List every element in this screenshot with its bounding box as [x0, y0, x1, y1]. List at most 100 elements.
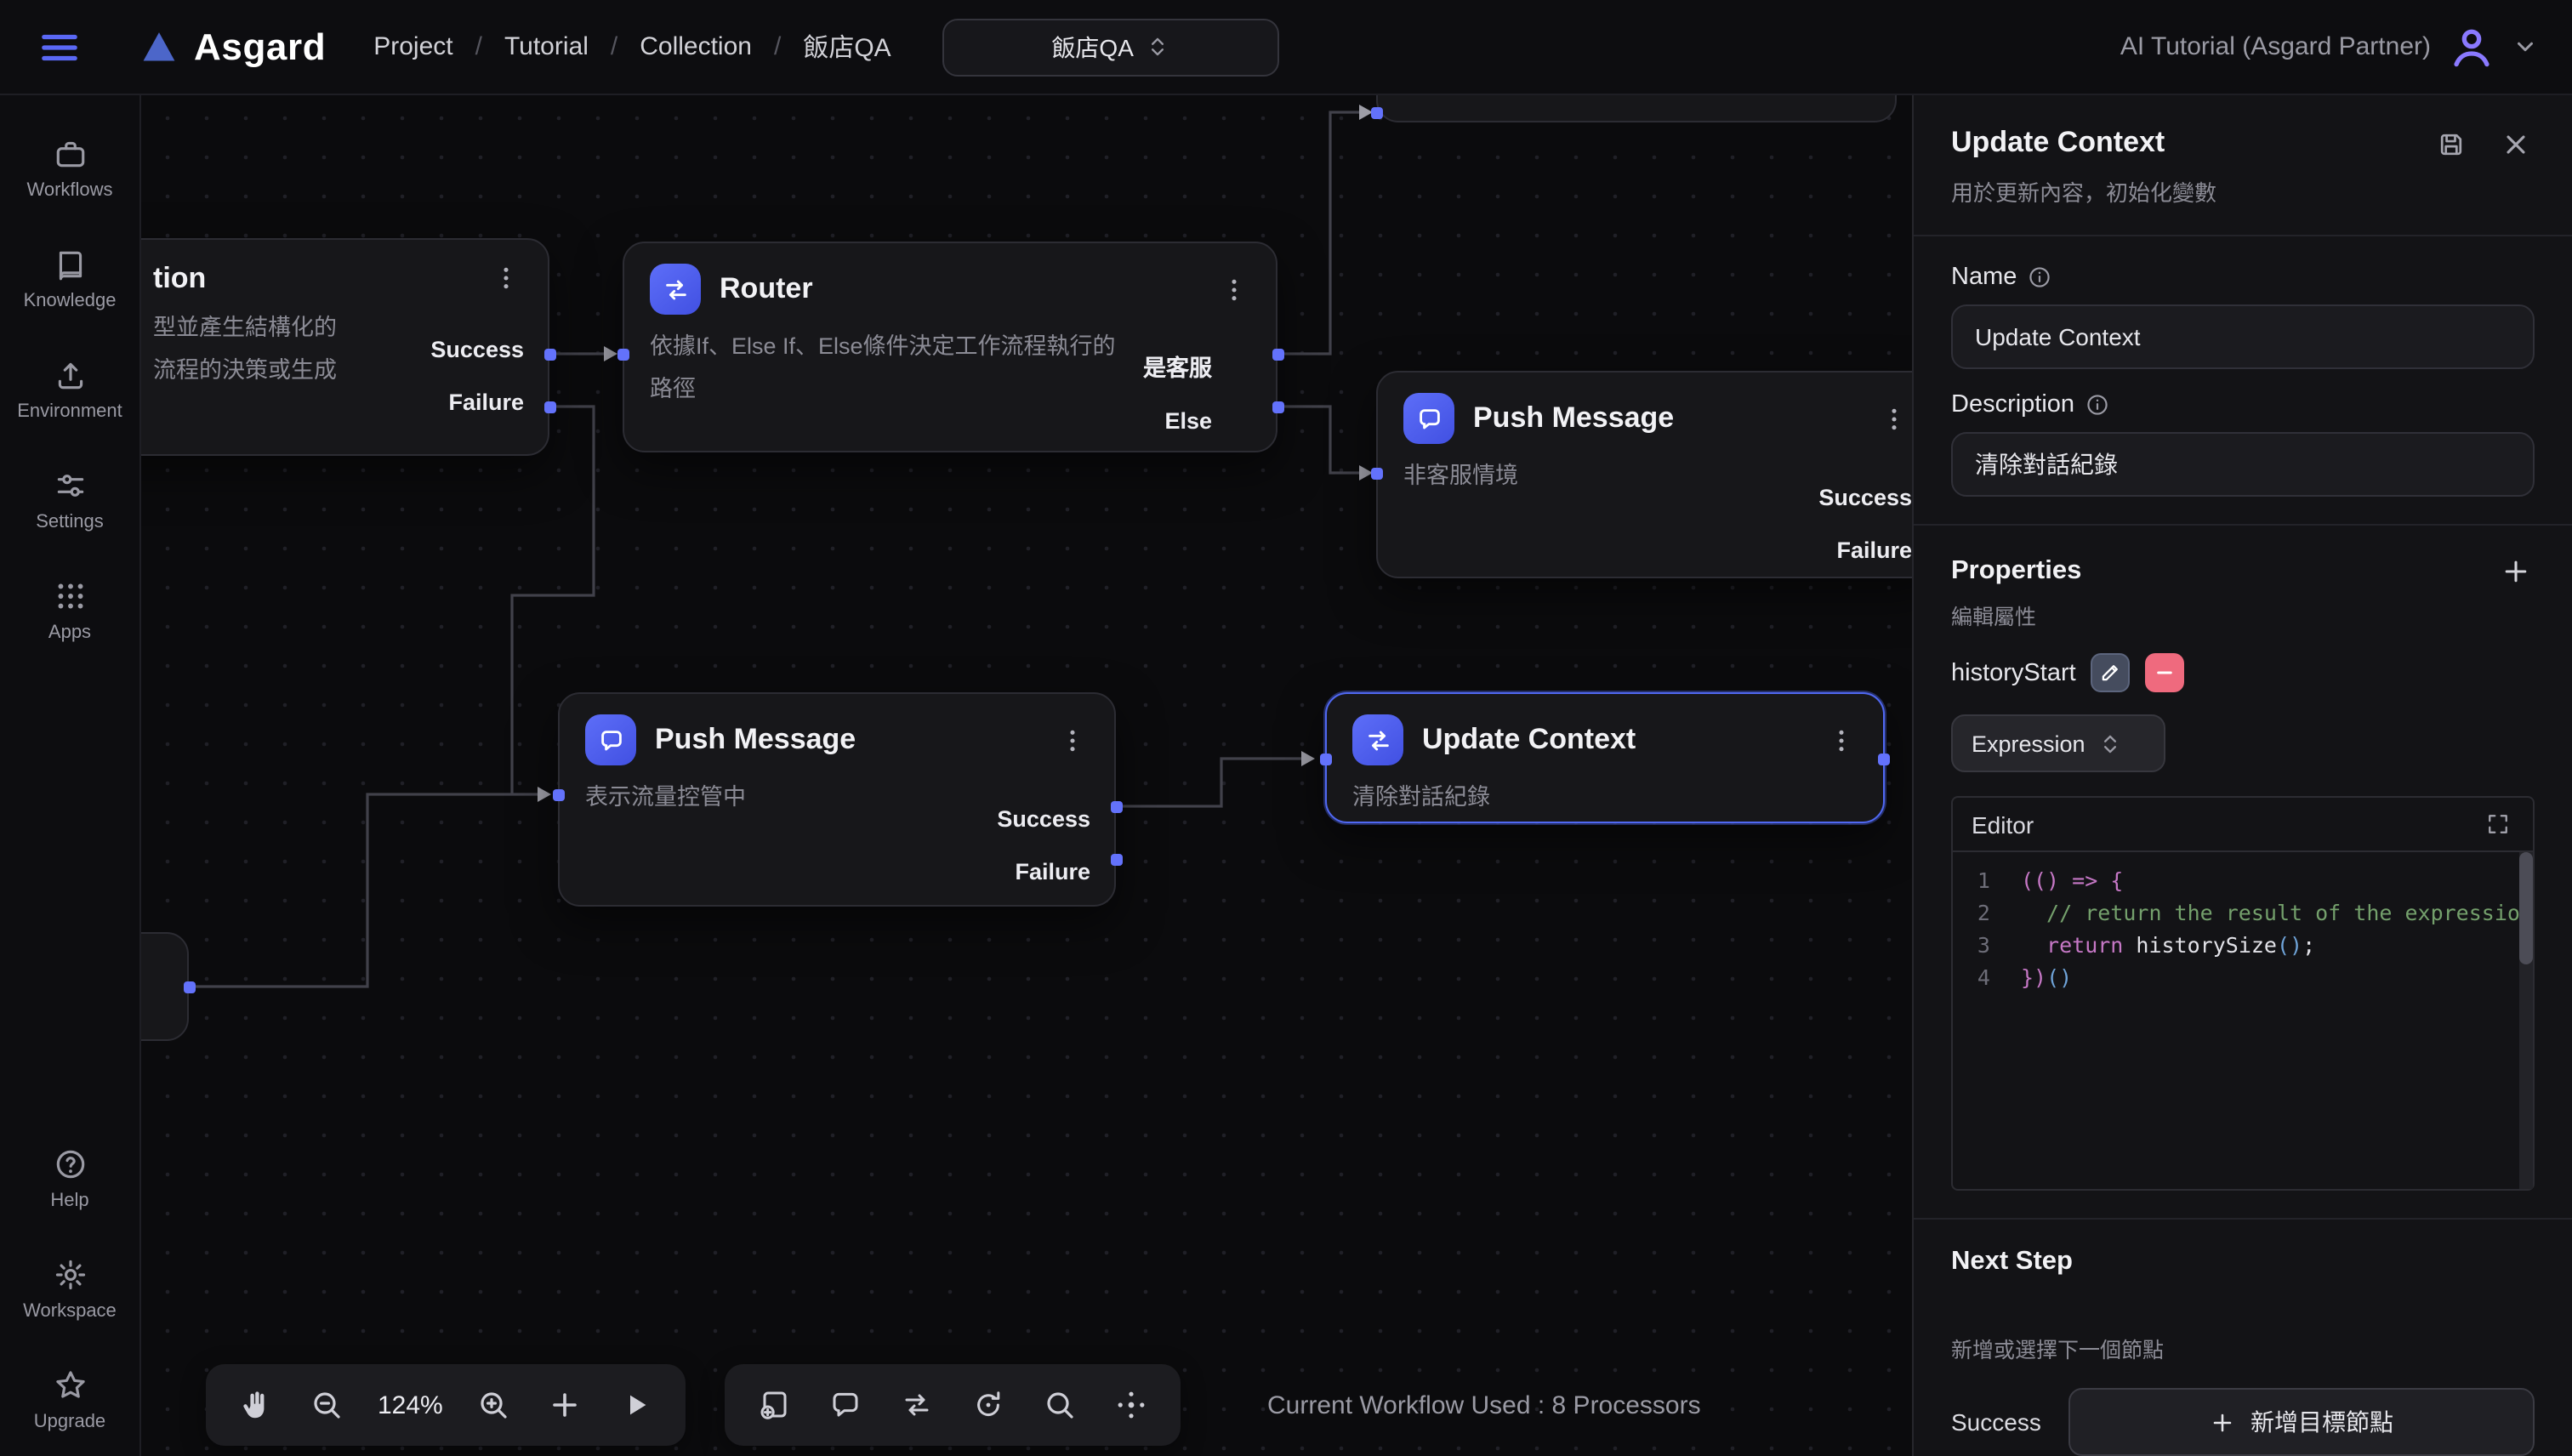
- layout-dots-icon: [1114, 1388, 1148, 1422]
- port-dot[interactable]: [1371, 107, 1383, 119]
- divider: [1914, 235, 2572, 236]
- port-dot[interactable]: [1320, 754, 1332, 765]
- pan-tool-button[interactable]: [235, 1385, 276, 1425]
- router-node-icon: [650, 264, 701, 315]
- node-description: 清除對話紀錄: [1352, 776, 1859, 818]
- sidebar-item-settings[interactable]: Settings: [0, 468, 139, 532]
- breadcrumb-tutorial[interactable]: Tutorial: [504, 32, 589, 61]
- property-name: historyStart: [1951, 659, 2076, 686]
- close-panel-button[interactable]: [2497, 126, 2535, 163]
- sidebar-item-environment[interactable]: Environment: [0, 357, 139, 422]
- node-menu-button[interactable]: [1055, 722, 1090, 758]
- sidebar-item-label: Help: [50, 1191, 88, 1211]
- port-dot[interactable]: [617, 349, 629, 361]
- node-menu-button[interactable]: [1824, 722, 1859, 758]
- account-menu[interactable]: AI Tutorial (Asgard Partner): [2120, 23, 2538, 71]
- breadcrumb-collection[interactable]: Collection: [640, 32, 752, 61]
- node-title: Push Message: [1473, 401, 1858, 435]
- sidebar-item-knowledge[interactable]: Knowledge: [0, 247, 139, 311]
- node-clipped-left[interactable]: tion 型並產生結構化的 流程的決策或生成 Success Failure: [141, 238, 549, 456]
- breadcrumb-current[interactable]: 飯店QA: [803, 29, 891, 65]
- breadcrumb-project[interactable]: Project: [373, 32, 452, 61]
- node-menu-button[interactable]: [1876, 401, 1912, 436]
- node-update-context[interactable]: Update Context 清除對話紀錄: [1325, 692, 1885, 823]
- port-dot[interactable]: [1272, 401, 1284, 413]
- workflow-usage-status: Current Workflow Used : 8 Processors: [1267, 1391, 1701, 1420]
- close-icon: [2501, 129, 2531, 160]
- node-menu-button[interactable]: [1216, 271, 1252, 307]
- add-target-node-button[interactable]: 新增目標節點: [2068, 1388, 2535, 1456]
- loop-node-button[interactable]: [968, 1385, 1009, 1425]
- run-workflow-button[interactable]: [617, 1385, 657, 1425]
- node-router[interactable]: Router 依據If、Else If、Else條件決定工作流程執行的路徑 是客…: [623, 242, 1277, 452]
- node-description: 表示流量控管中: [585, 776, 980, 818]
- port-dot[interactable]: [1272, 349, 1284, 361]
- node-description: 依據If、Else If、Else條件決定工作流程執行的路徑: [650, 325, 1126, 410]
- app-logo: Asgard: [139, 25, 326, 69]
- editor-scrollbar-thumb[interactable]: [2519, 852, 2533, 964]
- plus-icon: [549, 1388, 583, 1422]
- zoom-out-button[interactable]: [306, 1385, 347, 1425]
- editor-scrollbar[interactable]: [2519, 852, 2533, 1189]
- port-dot[interactable]: [544, 349, 556, 361]
- port-dot[interactable]: [1111, 854, 1123, 866]
- message-node-button[interactable]: [825, 1385, 866, 1425]
- node-description-line: 型並產生結構化的: [153, 306, 413, 349]
- port-dot[interactable]: [1878, 754, 1890, 765]
- port-dot[interactable]: [184, 981, 196, 993]
- sidebar-item-label: Knowledge: [24, 291, 117, 311]
- info-icon[interactable]: [2027, 265, 2051, 289]
- add-property-button[interactable]: [2497, 553, 2535, 590]
- node-menu-button[interactable]: [488, 260, 524, 296]
- account-label: AI Tutorial (Asgard Partner): [2120, 32, 2431, 61]
- remove-property-button[interactable]: [2146, 653, 2185, 692]
- router-node-button[interactable]: [896, 1385, 937, 1425]
- code-lines: (() => { // return the result of the exp…: [2007, 852, 2533, 1189]
- logo-text: Asgard: [194, 25, 326, 69]
- hamburger-menu-button[interactable]: [34, 21, 85, 72]
- edge: [1277, 112, 1359, 354]
- port-dot[interactable]: [1371, 468, 1383, 480]
- node-description: 非客服情境: [1403, 454, 1801, 497]
- properties-section-subtitle: 編輯屬性: [1951, 599, 2535, 631]
- description-input[interactable]: [1951, 432, 2535, 497]
- info-icon[interactable]: [2085, 393, 2108, 417]
- plus-icon: [2501, 556, 2531, 587]
- save-button[interactable]: [2433, 126, 2470, 163]
- port-label-else: Else: [1164, 395, 1212, 447]
- workflow-canvas[interactable]: tion 型並產生結構化的 流程的決策或生成 Success Failure: [141, 95, 1912, 1456]
- expand-editor-button[interactable]: [2482, 808, 2514, 840]
- description-field-label: Description: [1951, 391, 2074, 418]
- port-label-failure: Failure: [448, 376, 524, 429]
- port-dot[interactable]: [544, 401, 556, 413]
- sidebar-item-workflows[interactable]: Workflows: [0, 136, 139, 201]
- hand-pan-icon: [238, 1388, 272, 1422]
- edit-property-button[interactable]: [2091, 653, 2131, 692]
- edge: [189, 794, 538, 987]
- port-dot[interactable]: [1111, 801, 1123, 813]
- node-fragment-bottom-left[interactable]: [141, 932, 189, 1041]
- play-icon: [620, 1388, 654, 1422]
- property-type-select[interactable]: Expression: [1951, 714, 2165, 772]
- workflow-select[interactable]: 飯店QA: [942, 18, 1279, 76]
- sidebar-item-workspace[interactable]: Workspace: [0, 1257, 139, 1322]
- sidebar-item-label: Settings: [36, 512, 104, 532]
- workflows-icon: [52, 136, 88, 172]
- node-fragment-top[interactable]: [1376, 95, 1897, 122]
- node-push-message-top[interactable]: Push Message 非客服情境 Success Failure: [1376, 371, 1912, 578]
- sidebar-item-label: Environment: [17, 401, 122, 422]
- code-area[interactable]: 1 2 3 4 (() => { // return the result of…: [1953, 852, 2533, 1189]
- upgrade-star-icon: [52, 1368, 88, 1403]
- node-push-message-mid[interactable]: Push Message 表示流量控管中 Success Failure: [558, 692, 1116, 907]
- add-node-button[interactable]: [754, 1385, 794, 1425]
- search-canvas-button[interactable]: [1039, 1385, 1080, 1425]
- port-dot[interactable]: [553, 789, 565, 801]
- property-type-value: Expression: [1972, 731, 2085, 756]
- name-input[interactable]: [1951, 304, 2535, 369]
- layout-button[interactable]: [1111, 1385, 1152, 1425]
- zoom-in-button[interactable]: [474, 1385, 515, 1425]
- add-button[interactable]: [545, 1385, 586, 1425]
- sidebar-item-apps[interactable]: Apps: [0, 578, 139, 643]
- sidebar-item-upgrade[interactable]: Upgrade: [0, 1368, 139, 1432]
- sidebar-item-help[interactable]: Help: [0, 1146, 139, 1211]
